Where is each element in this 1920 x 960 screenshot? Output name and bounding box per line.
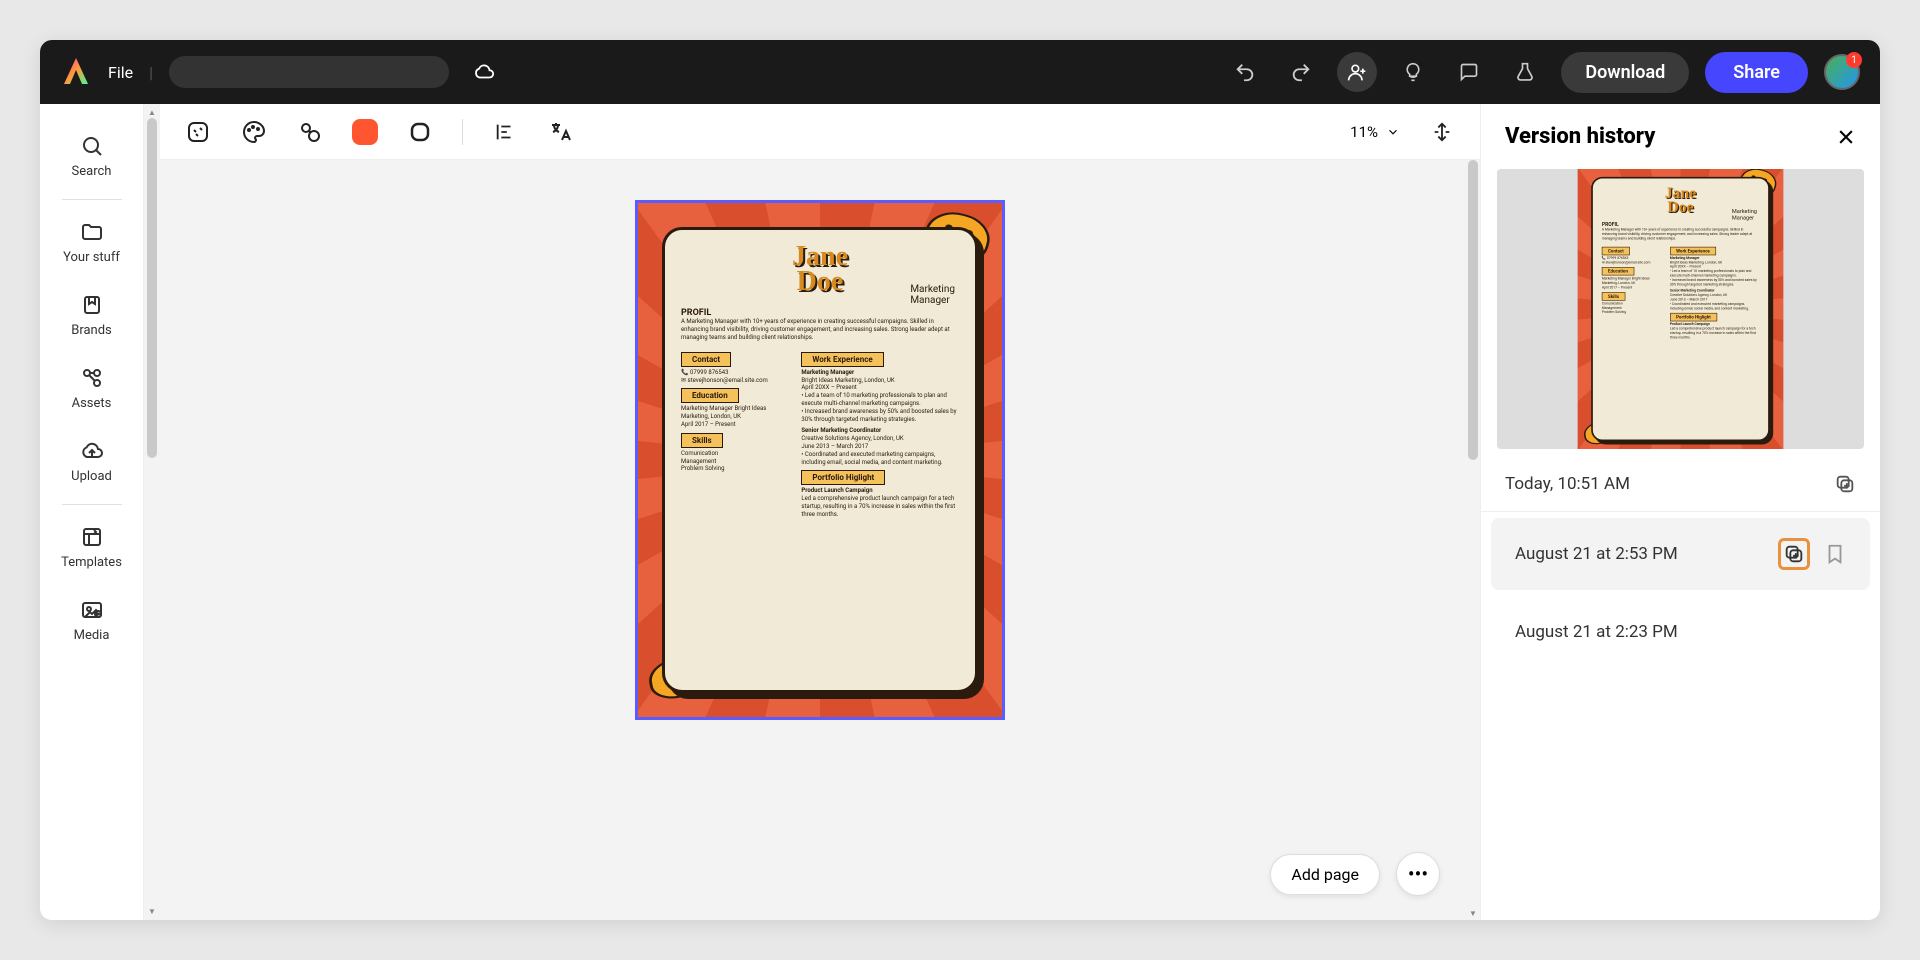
generate-ai-icon[interactable] [184,118,212,146]
fit-to-screen-icon[interactable] [1428,118,1456,146]
share-button[interactable]: Share [1705,52,1808,93]
version-history-title: Version history [1505,124,1655,149]
sidebar-label: Your stuff [63,250,120,265]
cloud-sync-icon[interactable] [473,61,495,83]
canvas-scrollbar-vertical[interactable]: ▲ ▼ [1466,160,1480,920]
user-avatar[interactable]: 1 [1824,54,1860,90]
shape-outline-icon[interactable] [406,118,434,146]
skills-heading: Skills [681,433,723,448]
undo-button[interactable] [1225,52,1265,92]
more-options-button[interactable]: ••• [1396,852,1440,896]
education-heading: Education [681,388,739,403]
current-version-row[interactable]: Today, 10:51 AM [1481,457,1880,512]
duplicate-icon[interactable] [1834,473,1856,495]
sidebar-item-search[interactable]: Search [40,120,143,193]
duplicate-version-highlight [1778,538,1810,570]
resume-role: Marketing Manager [910,284,955,306]
zoom-value: 11% [1350,123,1378,141]
add-page-button[interactable]: Add page [1270,854,1380,895]
redo-button[interactable] [1281,52,1321,92]
translate-icon[interactable] [547,118,575,146]
add-collaborator-button[interactable] [1337,52,1377,92]
sidebar-label: Templates [61,555,122,570]
canvas-stage[interactable]: Jane Doe Marketing Manager PROFIL A Mark… [160,160,1480,920]
zoom-dropdown[interactable]: 11% [1350,123,1400,141]
version-label: August 21 at 2:23 PM [1515,622,1678,642]
close-panel-button[interactable] [1836,127,1856,147]
color-palette-icon[interactable] [240,118,268,146]
sidebar-scrollbar[interactable]: ▲ ▼ [144,104,160,920]
portfolio-heading: Portfolio Higlight [801,470,885,485]
sidebar-label: Assets [72,396,112,411]
top-bar: File | Download Share 1 [40,40,1880,104]
document-title-input[interactable] [169,56,449,88]
sidebar-item-templates[interactable]: Templates [40,511,143,584]
canvas-toolbar: 11% [160,104,1480,160]
version-history-panel: Version history Jane Doe Marketing Mana [1480,104,1880,920]
version-item[interactable]: August 21 at 2:53 PM [1491,518,1870,590]
sidebar-item-brands[interactable]: Brands [40,279,143,352]
sidebar-label: Brands [71,323,112,338]
effects-icon[interactable] [296,118,324,146]
notification-badge: 1 [1846,52,1862,68]
sidebar-label: Media [74,628,110,643]
download-button[interactable]: Download [1561,52,1689,93]
left-sidebar: Search Your stuff Brands Assets Upload [40,104,144,920]
profil-text: A Marketing Manager with 10+ years of ex… [681,318,959,341]
fill-color-swatch[interactable] [352,119,378,145]
sidebar-item-upload[interactable]: Upload [40,425,143,498]
version-item[interactable]: August 21 at 2:23 PM [1491,602,1870,662]
comments-button[interactable] [1449,52,1489,92]
sidebar-item-assets[interactable]: Assets [40,352,143,425]
duplicate-icon[interactable] [1783,543,1805,565]
file-menu[interactable]: File [108,63,133,82]
sidebar-item-your-stuff[interactable]: Your stuff [40,206,143,279]
app-logo [60,56,92,88]
work-heading: Work Experience [801,352,883,367]
sidebar-item-media[interactable]: Media [40,584,143,657]
current-version-label: Today, 10:51 AM [1505,474,1630,494]
align-icon[interactable] [491,118,519,146]
version-label: August 21 at 2:53 PM [1515,544,1678,564]
version-thumbnail: Jane Doe Marketing Manager PROFIL A Mark… [1497,169,1864,449]
sidebar-label: Upload [71,469,112,484]
beta-features-button[interactable] [1505,52,1545,92]
profil-heading: PROFIL [681,308,959,318]
canvas-document[interactable]: Jane Doe Marketing Manager PROFIL A Mark… [635,200,1005,720]
sidebar-label: Search [72,164,112,179]
bookmark-icon[interactable] [1824,543,1846,565]
contact-heading: Contact [681,352,731,367]
tips-button[interactable] [1393,52,1433,92]
